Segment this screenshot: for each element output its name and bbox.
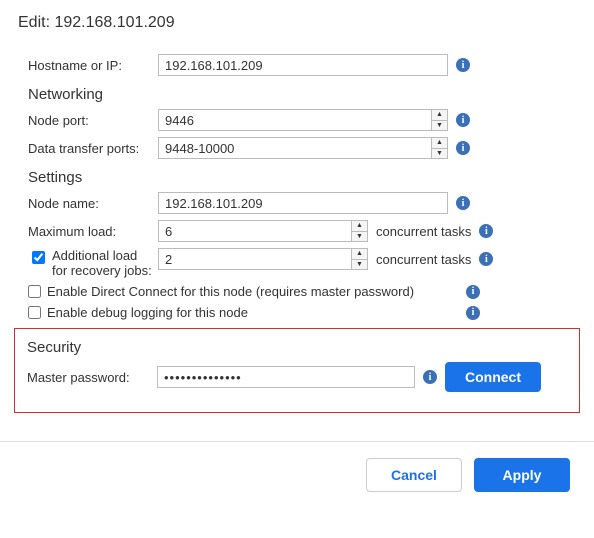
- dialog-title-value: 192.168.101.209: [54, 14, 174, 31]
- maximum-load-suffix: concurrent tasks: [376, 224, 471, 239]
- chevron-down-icon[interactable]: ▼: [352, 232, 367, 242]
- debug-logging-checkbox[interactable]: [28, 306, 41, 319]
- data-transfer-ports-spinner[interactable]: ▲ ▼: [432, 137, 448, 159]
- apply-button[interactable]: Apply: [474, 458, 570, 492]
- info-icon[interactable]: i: [479, 252, 493, 266]
- info-icon[interactable]: i: [456, 141, 470, 155]
- data-transfer-ports-input[interactable]: [158, 137, 432, 159]
- maximum-load-input[interactable]: [158, 220, 352, 242]
- info-icon[interactable]: i: [479, 224, 493, 238]
- master-password-label: Master password:: [27, 370, 157, 385]
- security-section: Security Master password: i Connect: [14, 328, 580, 413]
- additional-load-checkbox[interactable]: [32, 251, 45, 264]
- info-icon[interactable]: i: [466, 285, 480, 299]
- master-password-input[interactable]: [157, 366, 415, 388]
- chevron-up-icon[interactable]: ▲: [352, 249, 367, 260]
- networking-heading: Networking: [28, 86, 576, 103]
- node-port-input[interactable]: [158, 109, 432, 131]
- info-icon[interactable]: i: [456, 196, 470, 210]
- hostname-label: Hostname or IP:: [28, 58, 158, 73]
- data-transfer-ports-label: Data transfer ports:: [28, 141, 158, 156]
- chevron-down-icon[interactable]: ▼: [432, 149, 447, 159]
- dialog-footer: Cancel Apply: [0, 442, 594, 504]
- maximum-load-label: Maximum load:: [28, 224, 158, 239]
- security-heading: Security: [27, 339, 567, 356]
- chevron-down-icon[interactable]: ▼: [352, 260, 367, 270]
- info-icon[interactable]: i: [466, 306, 480, 320]
- debug-logging-label: Enable debug logging for this node: [47, 305, 248, 320]
- dialog-title-prefix: Edit:: [18, 14, 54, 31]
- node-port-spinner[interactable]: ▲ ▼: [432, 109, 448, 131]
- additional-load-spinner[interactable]: ▲ ▼: [352, 248, 368, 270]
- chevron-down-icon[interactable]: ▼: [432, 121, 447, 131]
- direct-connect-checkbox[interactable]: [28, 285, 41, 298]
- info-icon[interactable]: i: [423, 370, 437, 384]
- additional-load-label: Additional load for recovery jobs:: [52, 248, 152, 278]
- node-name-label: Node name:: [28, 196, 158, 211]
- settings-heading: Settings: [28, 169, 576, 186]
- direct-connect-label: Enable Direct Connect for this node (req…: [47, 284, 414, 299]
- edit-node-dialog: Edit: 192.168.101.209 Hostname or IP: i …: [0, 0, 594, 413]
- additional-load-suffix: concurrent tasks: [376, 252, 471, 267]
- chevron-up-icon[interactable]: ▲: [432, 138, 447, 149]
- cancel-button[interactable]: Cancel: [366, 458, 462, 492]
- additional-load-input[interactable]: [158, 248, 352, 270]
- info-icon[interactable]: i: [456, 113, 470, 127]
- node-name-input[interactable]: [158, 192, 448, 214]
- maximum-load-spinner[interactable]: ▲ ▼: [352, 220, 368, 242]
- chevron-up-icon[interactable]: ▲: [352, 221, 367, 232]
- hostname-input[interactable]: [158, 54, 448, 76]
- dialog-title: Edit: 192.168.101.209: [18, 14, 576, 32]
- connect-button[interactable]: Connect: [445, 362, 541, 392]
- info-icon[interactable]: i: [456, 58, 470, 72]
- node-port-label: Node port:: [28, 113, 158, 128]
- chevron-up-icon[interactable]: ▲: [432, 110, 447, 121]
